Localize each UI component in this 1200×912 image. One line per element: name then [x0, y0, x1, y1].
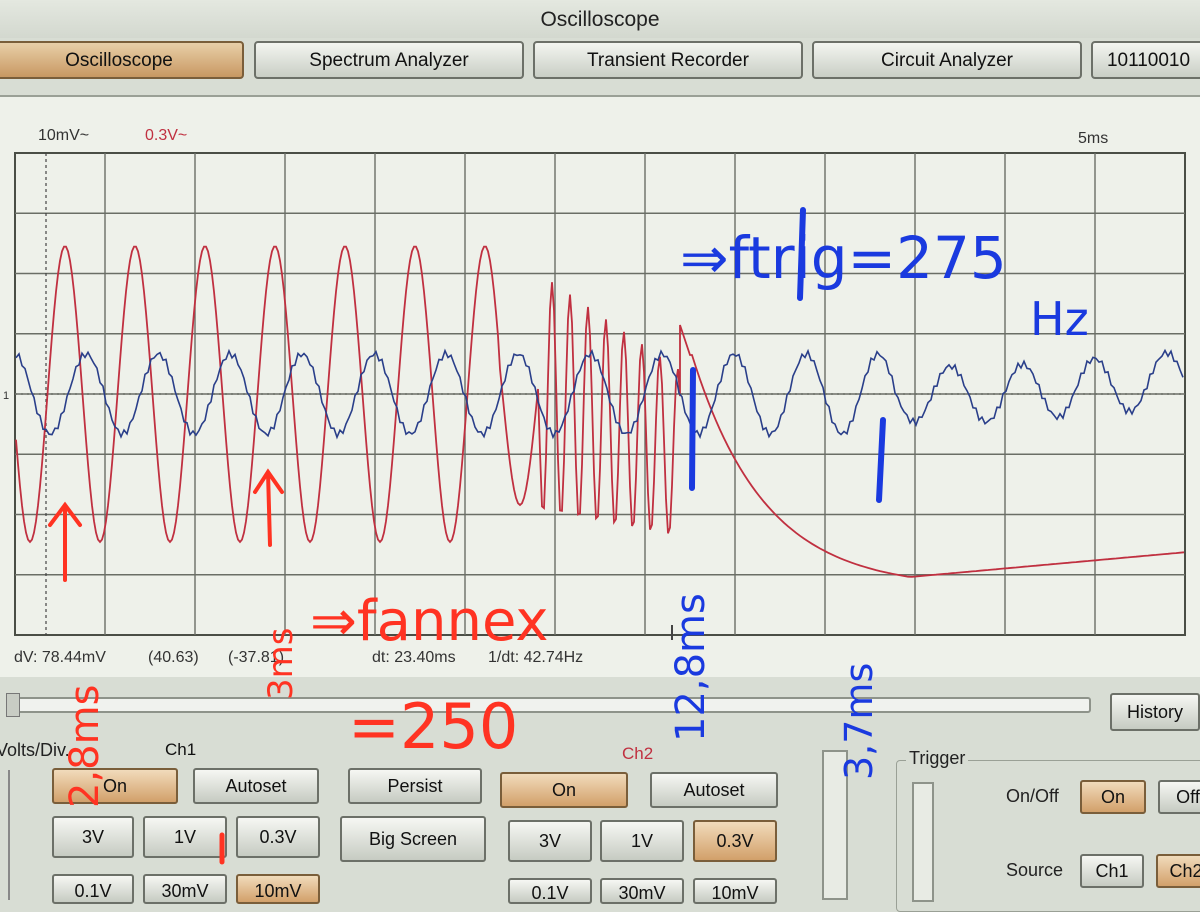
- ch2-01v-button[interactable]: 0.1V: [508, 878, 592, 904]
- ch2-autoset-button[interactable]: Autoset: [650, 772, 778, 808]
- tab-circuit-analyzer[interactable]: Circuit Analyzer: [812, 41, 1082, 79]
- zero-level-marker: 1: [3, 390, 9, 402]
- ch1-1v-button[interactable]: 1V: [143, 816, 227, 858]
- time-scale-label: 5ms: [1078, 130, 1108, 147]
- ch2-label: Ch2: [622, 744, 654, 763]
- tab-oscilloscope[interactable]: Oscilloscope: [0, 41, 244, 79]
- inv-dt-readout: 1/dt: 42.74Hz: [488, 649, 583, 666]
- ch1-autoset-button[interactable]: Autoset: [193, 768, 319, 804]
- dt-readout: dt: 23.40ms: [372, 649, 456, 666]
- trigger-on-button[interactable]: On: [1080, 780, 1146, 814]
- ch2-1v-button[interactable]: 1V: [600, 820, 684, 862]
- tab-transient-recorder[interactable]: Transient Recorder: [533, 41, 803, 79]
- ch1-level-slider[interactable]: [8, 770, 16, 900]
- persist-button[interactable]: Persist: [348, 768, 482, 804]
- trigger-onoff-label: On/Off: [1006, 786, 1059, 806]
- history-scrollbar[interactable]: [6, 697, 1091, 713]
- ch2-03v-button[interactable]: 0.3V: [693, 820, 777, 862]
- ch2-scale-label: 0.3V~: [145, 127, 187, 144]
- history-scroll-thumb[interactable]: [6, 693, 20, 717]
- volts-div-label: Volts/Div.: [0, 740, 70, 760]
- ch2-3v-button[interactable]: 3V: [508, 820, 592, 862]
- trigger-source-ch2-button[interactable]: Ch2: [1156, 854, 1200, 888]
- big-screen-button[interactable]: Big Screen: [340, 816, 486, 862]
- history-button[interactable]: History: [1110, 693, 1200, 731]
- ch2-on-button[interactable]: On: [500, 772, 628, 808]
- tab-spectrum-analyzer[interactable]: Spectrum Analyzer: [254, 41, 524, 79]
- ch2-30mv-button[interactable]: 30mV: [600, 878, 684, 904]
- trigger-source-ch1-button[interactable]: Ch1: [1080, 854, 1144, 888]
- ch1-03v-button[interactable]: 0.3V: [236, 816, 320, 858]
- tab-10110010[interactable]: 10110010: [1091, 41, 1200, 79]
- ch1-label: Ch1: [165, 740, 197, 759]
- trigger-off-button[interactable]: Off: [1158, 780, 1200, 814]
- dv-readout: dV: 78.44mV: [14, 649, 106, 666]
- trigger-label: Trigger: [906, 748, 969, 769]
- trigger-source-label: Source: [1006, 860, 1064, 880]
- ch1-3v-button[interactable]: 3V: [52, 816, 134, 858]
- dv-a-readout: (40.63): [148, 649, 199, 666]
- ch2-10mv-button[interactable]: 10mV: [693, 878, 777, 904]
- scope-display[interactable]: 10mV~ 0.3V~ 5ms 1 dV: 78.44mV (40.63) (-…: [0, 95, 1200, 675]
- dv-b-readout: (-37.81): [228, 649, 284, 666]
- trigger-level-slider[interactable]: [912, 782, 934, 902]
- trigger-group: [896, 760, 1200, 912]
- ch2-level-slider[interactable]: [822, 750, 848, 900]
- ch1-scale-label: 10mV~: [38, 127, 89, 144]
- window-title: Oscilloscope: [0, 0, 1200, 38]
- ch1-on-button[interactable]: On: [52, 768, 178, 804]
